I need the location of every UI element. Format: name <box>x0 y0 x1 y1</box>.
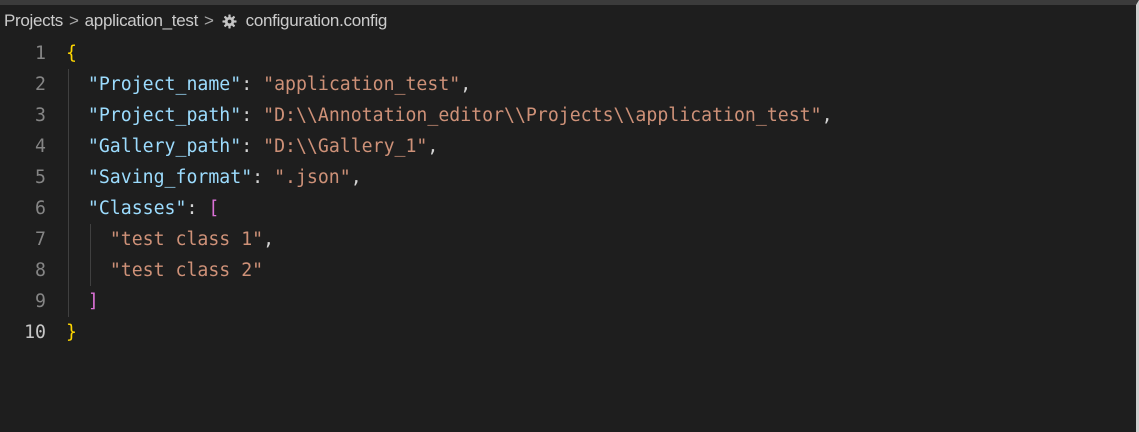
indent-guide <box>68 100 69 131</box>
indent-guide <box>68 255 69 286</box>
line-content: { <box>66 43 77 64</box>
code-line[interactable]: 9 ] <box>0 286 1136 317</box>
breadcrumb-item-application-test[interactable]: application_test <box>85 11 199 31</box>
token-punc: , <box>460 74 472 95</box>
line-content: "test class 2" <box>66 260 263 281</box>
indent-guide <box>68 224 69 255</box>
line-number: 4 <box>35 136 46 157</box>
line-content: ] <box>66 291 99 312</box>
token-str: "D:\\Gallery_1" <box>263 136 428 157</box>
code-line[interactable]: 3 "Project_path": "D:\\Annotation_editor… <box>0 100 1136 131</box>
line-content: "Saving_format": ".json", <box>66 167 362 188</box>
token-brace: { <box>66 43 77 64</box>
code-line[interactable]: 4 "Gallery_path": "D:\\Gallery_1", <box>0 131 1136 162</box>
token-punc: : <box>252 167 275 188</box>
code-line[interactable]: 1{ <box>0 38 1136 69</box>
code-area[interactable]: 1{2 "Project_name": "application_test", 3… <box>0 38 1136 348</box>
indent-guide <box>68 131 69 162</box>
code-line[interactable]: 5 "Saving_format": ".json", <box>0 162 1136 193</box>
token-brace: } <box>66 322 77 343</box>
line-content: } <box>66 322 77 343</box>
token-punc: , <box>427 136 439 157</box>
token-punc: , <box>263 229 275 250</box>
line-number: 1 <box>35 43 46 64</box>
indent-guide <box>90 255 91 286</box>
breadcrumb: Projects > application_test > configurat… <box>0 5 1136 37</box>
line-number: 8 <box>35 260 46 281</box>
breadcrumb-separator: > <box>204 11 214 30</box>
indent-guide <box>68 286 69 317</box>
token-punc: , <box>350 167 362 188</box>
token-key: "Classes" <box>87 198 187 219</box>
line-number: 5 <box>35 167 46 188</box>
token-bracket: ] <box>87 291 99 312</box>
token-punc: : <box>241 74 264 95</box>
line-number: 3 <box>35 105 46 126</box>
code-line[interactable]: 7 "test class 1", <box>0 224 1136 255</box>
breadcrumb-item-configuration-config[interactable]: configuration.config <box>246 11 388 31</box>
breadcrumb-separator: > <box>69 11 79 30</box>
line-number: 9 <box>35 291 46 312</box>
token-str: "test class 1" <box>109 229 264 250</box>
line-content: "Classes": [ <box>66 198 219 219</box>
token-punc: : <box>186 198 209 219</box>
line-content: "Project_name": "application_test", <box>66 74 471 95</box>
indent-guide <box>68 69 69 100</box>
breadcrumb-item-projects[interactable]: Projects <box>4 11 63 31</box>
indent-guide <box>90 224 91 255</box>
token-str: "D:\\Annotation_editor\\Projects\\applic… <box>263 105 822 126</box>
token-punc: : <box>241 136 264 157</box>
code-line[interactable]: 2 "Project_name": "application_test", <box>0 69 1136 100</box>
code-line[interactable]: 8 "test class 2" <box>0 255 1136 286</box>
line-content: "Project_path": "D:\\Annotation_editor\\… <box>66 105 833 126</box>
indent-guide <box>68 162 69 193</box>
line-number: 2 <box>35 74 46 95</box>
token-key: "Project_path" <box>87 105 242 126</box>
token-str: "test class 2" <box>109 260 264 281</box>
token-bracket: [ <box>208 198 220 219</box>
token-str: "application_test" <box>263 74 461 95</box>
gear-icon <box>222 13 238 29</box>
token-key: "Project_name" <box>87 74 242 95</box>
line-number: 10 <box>24 322 46 343</box>
token-str: ".json" <box>274 167 351 188</box>
line-number: 6 <box>35 198 46 219</box>
code-editor[interactable]: Projects > application_test > configurat… <box>0 0 1139 432</box>
line-content: "test class 1", <box>66 229 274 250</box>
token-key: "Gallery_path" <box>87 136 242 157</box>
token-punc: : <box>241 105 264 126</box>
indent-guide <box>68 193 69 224</box>
code-line[interactable]: 10} <box>0 317 1136 348</box>
line-content: "Gallery_path": "D:\\Gallery_1", <box>66 136 438 157</box>
token-key: "Saving_format" <box>87 167 253 188</box>
token-punc: , <box>821 105 833 126</box>
line-number: 7 <box>35 229 46 250</box>
code-line[interactable]: 6 "Classes": [ <box>0 193 1136 224</box>
